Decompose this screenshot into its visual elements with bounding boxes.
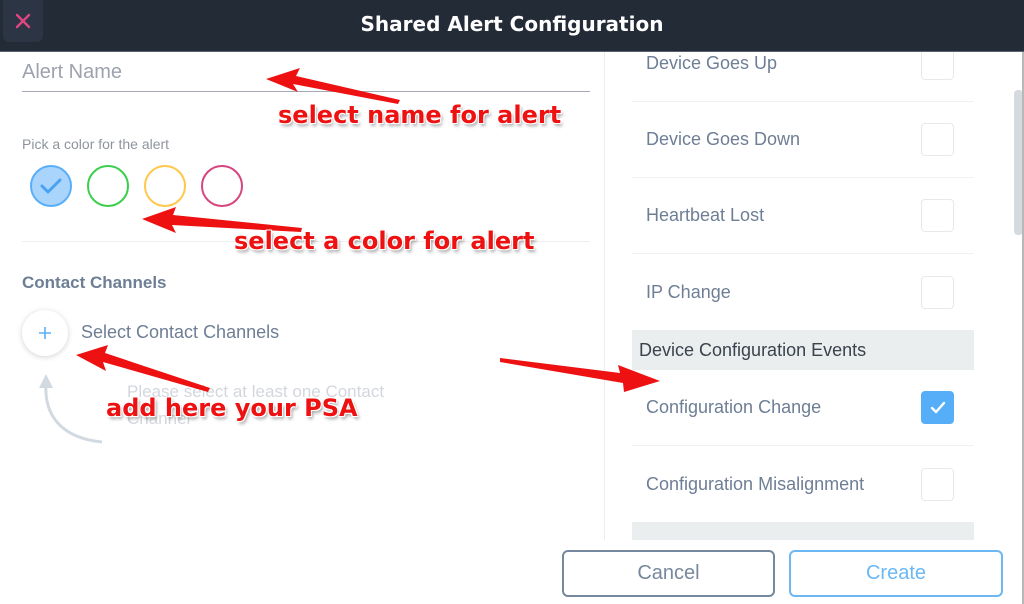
check-icon (930, 401, 945, 414)
event-row: Configuration Change (632, 370, 974, 446)
event-checkbox-configuration-misalignment[interactable] (921, 467, 954, 501)
plus-icon (39, 327, 51, 339)
color-picker (30, 165, 243, 207)
contact-channel-hint: Please select at least one Contact Chann… (127, 382, 385, 428)
dialog-title: Shared Alert Configuration (360, 12, 664, 36)
event-checkbox-device-goes-down[interactable] (921, 123, 954, 156)
add-contact-channel-button[interactable] (22, 310, 68, 356)
event-label: Device Goes Down (646, 129, 801, 149)
event-checkbox-heartbeat-lost[interactable] (921, 199, 954, 232)
event-checkbox-ip-change[interactable] (921, 275, 954, 309)
event-row: Device Goes Down (632, 102, 974, 178)
event-list: Device Goes Up Device Goes Down Heartbea… (632, 52, 974, 540)
event-row: Heartbeat Lost (632, 178, 974, 254)
contact-channels-title: Contact Channels (22, 273, 167, 292)
event-label: IP Change (646, 281, 731, 302)
color-picker-label: Pick a color for the alert (22, 136, 170, 152)
event-row: Device Goes Up (632, 52, 974, 102)
color-swatch-green[interactable] (87, 165, 129, 207)
event-label: Configuration Misalignment (646, 473, 865, 494)
section-header-next (632, 522, 974, 540)
section-divider (22, 241, 590, 242)
event-row: Configuration Misalignment (632, 446, 974, 522)
event-label: Heartbeat Lost (646, 205, 765, 225)
event-label: Device Goes Up (646, 53, 778, 73)
color-swatch-blue[interactable] (30, 165, 72, 207)
select-contact-channels-label[interactable]: Select Contact Channels (81, 322, 279, 343)
panel-divider (604, 52, 605, 540)
color-swatch-yellow[interactable] (144, 165, 186, 207)
cancel-button[interactable]: Cancel (562, 550, 775, 597)
section-header-device-configuration-events: Device Configuration Events (632, 330, 974, 370)
curved-arrow-icon (39, 374, 103, 444)
alert-form: Pick a color for the alert Contact Chann… (0, 52, 605, 604)
event-checkbox-device-goes-up[interactable] (921, 52, 954, 80)
event-label: Configuration Change (646, 397, 822, 417)
color-swatch-pink[interactable] (201, 165, 243, 207)
check-icon (40, 178, 62, 194)
event-row: IP Change (632, 254, 974, 330)
create-button[interactable]: Create (789, 550, 1003, 597)
alert-name-input[interactable] (22, 52, 590, 92)
dialog-header: Shared Alert Configuration (0, 0, 1024, 52)
event-checkbox-configuration-change[interactable] (921, 391, 954, 424)
